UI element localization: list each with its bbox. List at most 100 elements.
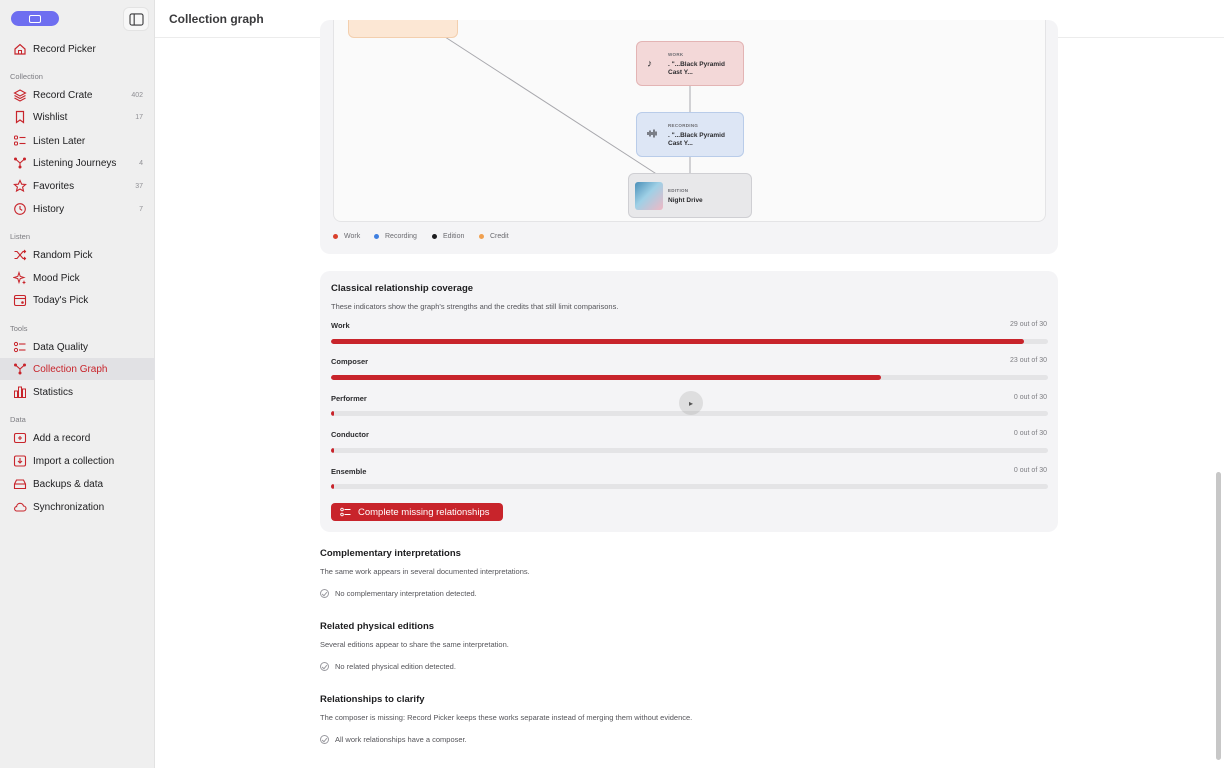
coverage-label-composer: Composer <box>331 357 369 366</box>
sidebar-item-label: Mood Pick <box>33 272 80 284</box>
sidebar-item-synchronization[interactable]: Synchronization <box>6 496 149 518</box>
legend-dot <box>479 234 484 239</box>
sidebar-item-count: 7 <box>139 205 143 213</box>
sidebar-item-data-quality[interactable]: Data Quality <box>6 336 149 358</box>
sidebar-item-import-collection[interactable]: Import a collection <box>6 450 149 472</box>
check-circle-icon <box>320 735 329 744</box>
coverage-label-conductor: Conductor <box>331 430 369 439</box>
bookmark-icon <box>13 110 27 124</box>
star-icon <box>13 179 27 193</box>
sidebar-item-label: Listen Later <box>33 135 86 147</box>
graph-canvas[interactable]: ♪ WORK . "...Black Pyramid Cast Y... REC… <box>333 20 1046 222</box>
sidebar-item-mood-pick[interactable]: Mood Pick <box>6 267 149 289</box>
network-icon <box>13 156 27 170</box>
graph-node-recording[interactable]: RECORDING . "...Black Pyramid Cast Y... <box>636 112 744 157</box>
coverage-bar-work <box>331 339 1048 344</box>
sidebar-item-count: 402 <box>131 91 143 99</box>
graph-node-kind: WORK <box>668 52 684 57</box>
sidebar-toggle-button[interactable] <box>123 7 149 31</box>
sidebar-item-record-picker[interactable]: Record Picker <box>6 38 149 60</box>
sidebar-item-label: Today's Pick <box>33 294 89 306</box>
archive-icon <box>13 477 27 491</box>
sidebar-item-count: 37 <box>135 182 143 190</box>
sidebar-item-label: Synchronization <box>33 501 105 513</box>
sidebar-section-listen: Listen <box>10 232 31 241</box>
calendar-icon <box>13 293 27 307</box>
sidebar-item-label: Import a collection <box>33 455 115 467</box>
check-circle-icon <box>320 662 329 671</box>
sidebar-item-label: History <box>33 203 65 215</box>
section-status-complementary: No complementary interpretation detected… <box>320 589 477 598</box>
sidebar-item-label: Favorites <box>33 180 75 192</box>
shuffle-icon <box>13 248 27 262</box>
sidebar-item-listen-later[interactable]: Listen Later <box>6 130 149 152</box>
section-description-complementary: The same work appears in several documen… <box>320 567 530 576</box>
sidebar-item-label: Listening Journeys <box>33 157 117 169</box>
section-title-editions: Related physical editions <box>320 621 435 632</box>
app-switcher-button[interactable] <box>11 11 59 26</box>
section-status-editions: No related physical edition detected. <box>320 662 456 671</box>
coverage-subtitle: These indicators show the graph's streng… <box>331 302 619 311</box>
sidebar: Record Picker Collection Record Crate 40… <box>0 0 155 768</box>
coverage-bar-composer <box>331 375 1048 380</box>
sidebar-item-backups[interactable]: Backups & data <box>6 473 149 495</box>
coverage-fill <box>331 411 334 416</box>
sidebar-item-todays-pick[interactable]: Today's Pick <box>6 289 149 311</box>
cloud-icon <box>13 500 27 514</box>
sparkles-icon <box>13 271 27 285</box>
coverage-fill <box>331 339 1025 344</box>
section-title-clarify: Relationships to clarify <box>320 694 425 705</box>
sidebar-item-random-pick[interactable]: Random Pick <box>6 244 149 266</box>
mouse-cursor-icon: ▸ <box>679 391 703 415</box>
check-circle-icon <box>320 589 329 598</box>
sidebar-item-history[interactable]: History 7 <box>6 198 149 220</box>
section-status-clarify: All work relationships have a composer. <box>320 735 467 744</box>
graph-node-credit[interactable] <box>348 20 458 38</box>
sidebar-item-label: Collection Graph <box>33 363 108 375</box>
sidebar-item-label: Backups & data <box>33 478 104 490</box>
coverage-count-performer: 0 out of 30 <box>1013 394 1047 401</box>
sidebar-item-listening-journeys[interactable]: Listening Journeys 4 <box>6 152 149 174</box>
legend-label: Work <box>344 233 361 240</box>
legend-label: Recording <box>385 233 417 240</box>
sidebar-section-tools: Tools <box>10 324 28 333</box>
vertical-scrollbar[interactable] <box>1216 472 1221 760</box>
coverage-bar-ensemble <box>331 484 1048 489</box>
library-icon <box>29 14 41 23</box>
sidebar-item-record-crate[interactable]: Record Crate 402 <box>6 84 149 106</box>
sidebar-toggle-icon <box>128 12 144 26</box>
legend-item-credit: Credit <box>479 233 509 240</box>
sidebar-section-collection: Collection <box>10 72 43 81</box>
coverage-count-work: 29 out of 30 <box>1010 321 1047 328</box>
layers-icon <box>13 88 27 102</box>
status-text: No complementary interpretation detected… <box>335 589 477 598</box>
sidebar-item-label: Record Crate <box>33 89 93 101</box>
graph-icon <box>13 362 27 376</box>
sidebar-section-data: Data <box>10 415 26 424</box>
sidebar-item-add-record[interactable]: Add a record <box>6 427 149 449</box>
album-cover-icon <box>635 182 663 210</box>
sidebar-item-statistics[interactable]: Statistics <box>6 381 149 403</box>
history-icon <box>13 202 27 216</box>
coverage-title: Classical relationship coverage <box>331 283 474 294</box>
sidebar-item-wishlist[interactable]: Wishlist 17 <box>6 106 149 128</box>
coverage-fill <box>331 448 334 453</box>
sidebar-item-label: Statistics <box>33 386 74 398</box>
coverage-label-work: Work <box>331 321 350 330</box>
graph-node-text: EDITION Night Drive <box>668 187 738 205</box>
graph-node-text: RECORDING . "...Black Pyramid Cast Y... <box>668 122 738 148</box>
legend-item-recording: Recording <box>374 233 417 240</box>
section-description-clarify: The composer is missing: Record Picker k… <box>320 713 693 722</box>
legend-dot <box>374 234 379 239</box>
sidebar-item-favorites[interactable]: Favorites 37 <box>6 175 149 197</box>
coverage-fill <box>331 375 881 380</box>
section-description-editions: Several editions appear to share the sam… <box>320 640 509 649</box>
sidebar-item-collection-graph[interactable]: Collection Graph <box>0 358 155 380</box>
complete-missing-relationships-button[interactable]: Complete missing relationships <box>331 503 503 521</box>
graph-node-edition[interactable]: EDITION Night Drive <box>628 173 752 218</box>
coverage-count-conductor: 0 out of 30 <box>1013 430 1047 437</box>
graph-node-work[interactable]: ♪ WORK . "...Black Pyramid Cast Y... <box>636 41 744 86</box>
legend-dot <box>432 234 437 239</box>
graph-node-kind: RECORDING <box>668 123 699 128</box>
graph-node-text: WORK . "...Black Pyramid Cast Y... <box>668 51 738 77</box>
